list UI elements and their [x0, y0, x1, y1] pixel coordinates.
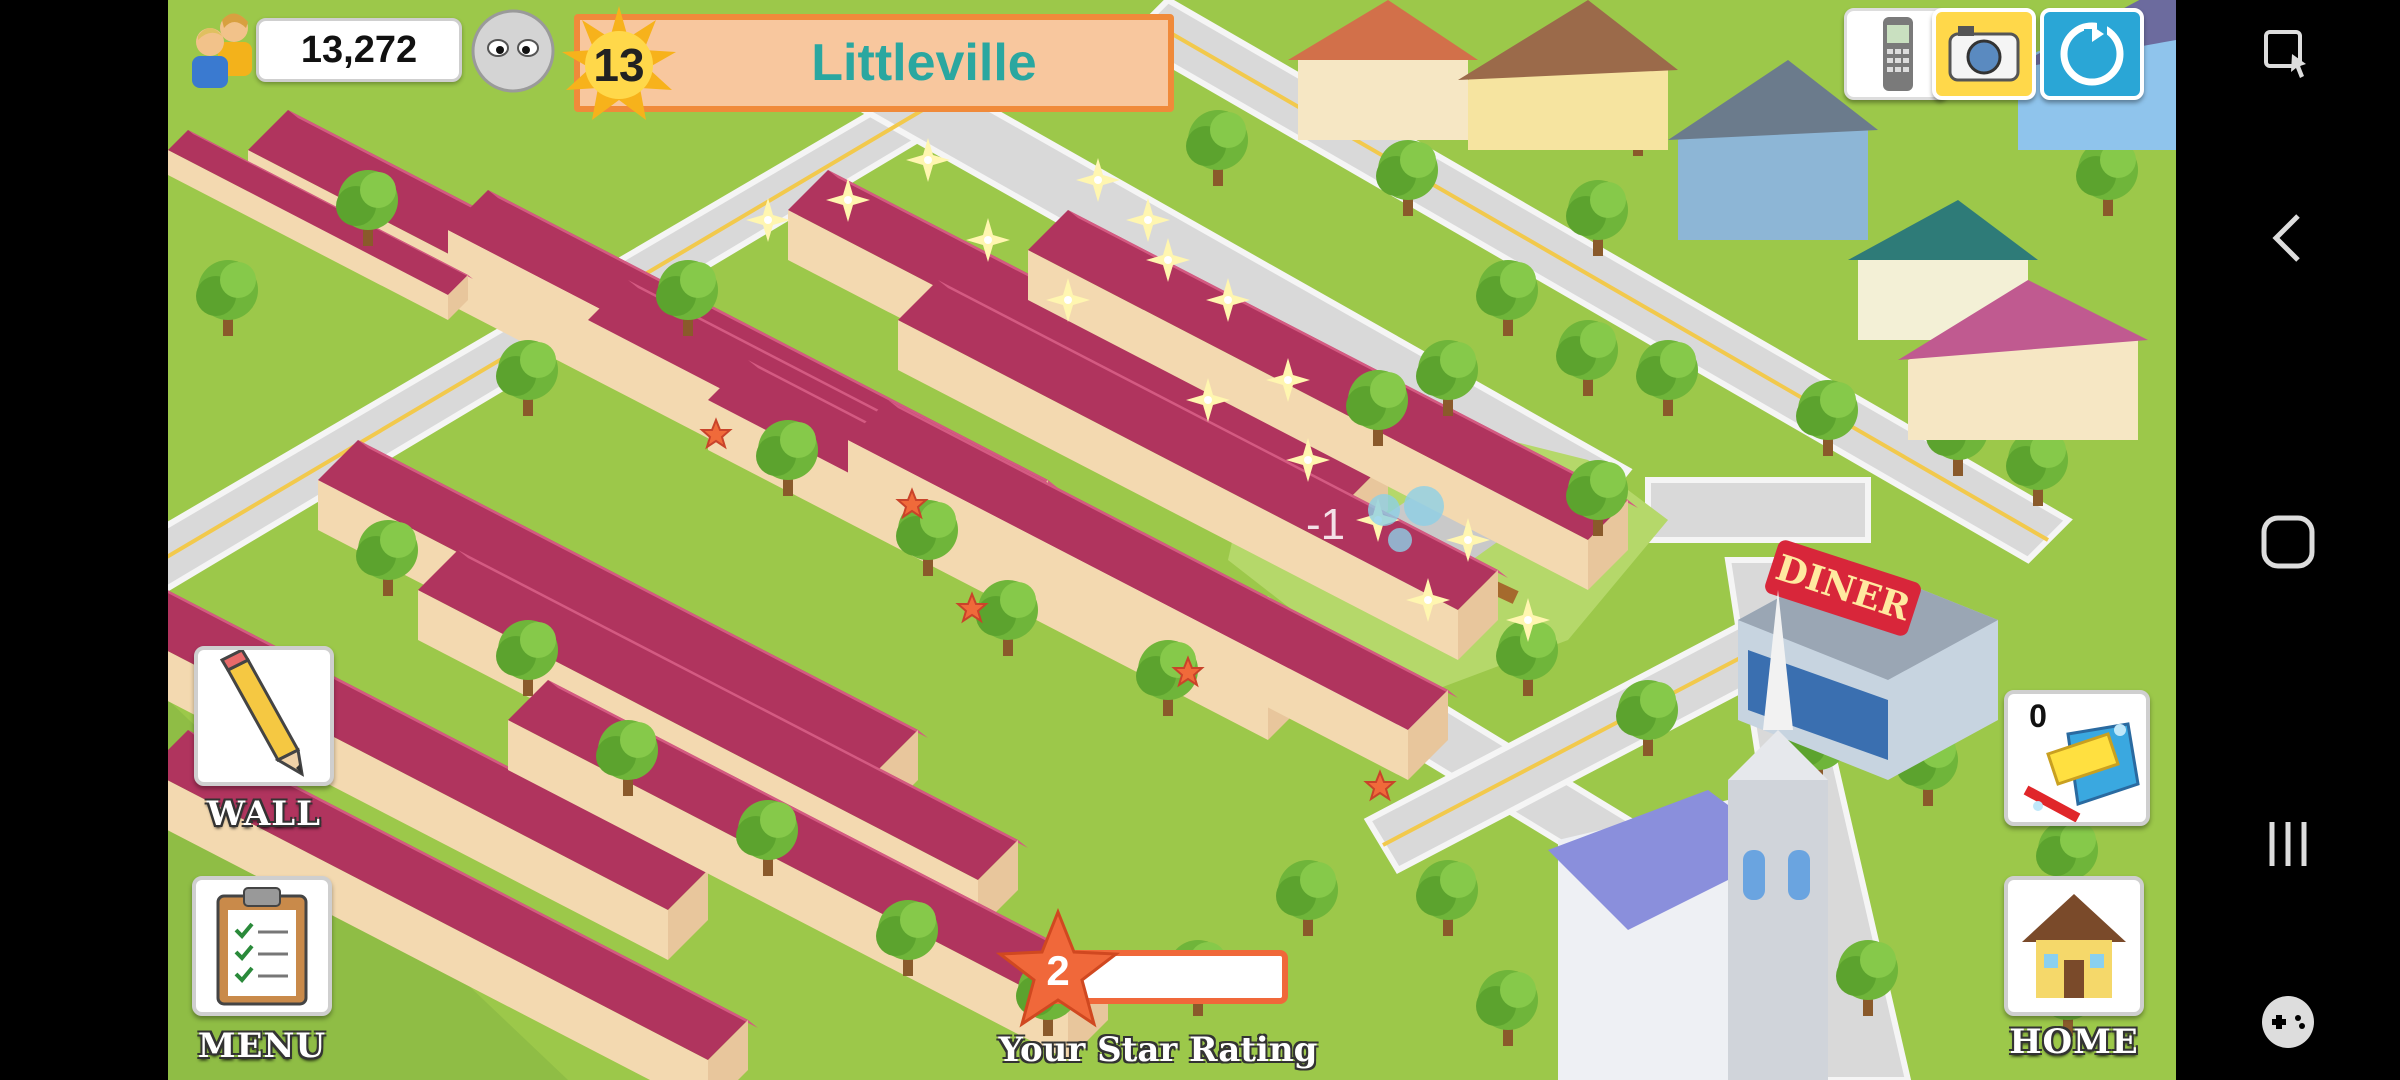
camera-icon [1948, 26, 2020, 82]
menu-label: MENU [197, 1026, 327, 1066]
recents-icon[interactable] [2248, 804, 2328, 884]
star-rating-value: 2 [1046, 947, 1070, 994]
game-viewport[interactable]: DINER -1 13,272 Littleville 13 WALL MENU… [168, 0, 2176, 1080]
home-button[interactable] [2004, 876, 2144, 1016]
home-label: HOME [2009, 1022, 2139, 1062]
town-name: Littleville [811, 34, 1037, 92]
alien-face-icon[interactable] [468, 6, 558, 96]
star-rating-label: Your Star Rating [998, 1030, 1318, 1070]
level-number: 13 [593, 39, 645, 91]
house-icon [2022, 894, 2126, 998]
population-value: 13,272 [300, 29, 418, 71]
wall-label: WALL [206, 794, 322, 834]
system-nav-bar [2176, 0, 2400, 1080]
menu-button[interactable] [192, 876, 332, 1016]
game-tools-icon[interactable] [2248, 982, 2328, 1062]
clean-count-badge: 0 [2029, 698, 2047, 734]
home-circle-icon[interactable] [2248, 502, 2328, 582]
town-map[interactable]: DINER [168, 0, 2176, 1080]
population-counter: 13,272 [256, 18, 462, 82]
screen: DINER -1 13,272 Littleville 13 WALL MENU… [0, 0, 2400, 1080]
phone-icon [1883, 17, 1913, 91]
people-icon [192, 13, 252, 88]
pencil-icon [219, 648, 305, 777]
clipboard-icon [216, 887, 308, 1006]
camera-button[interactable] [1932, 8, 2036, 100]
floating-change-text: -1 [1306, 500, 1346, 549]
share-icon [2060, 20, 2124, 86]
share-button[interactable] [2040, 8, 2144, 100]
wall-button[interactable] [194, 646, 334, 786]
back-icon[interactable] [2248, 198, 2328, 278]
screenshot-icon[interactable] [2248, 14, 2328, 94]
